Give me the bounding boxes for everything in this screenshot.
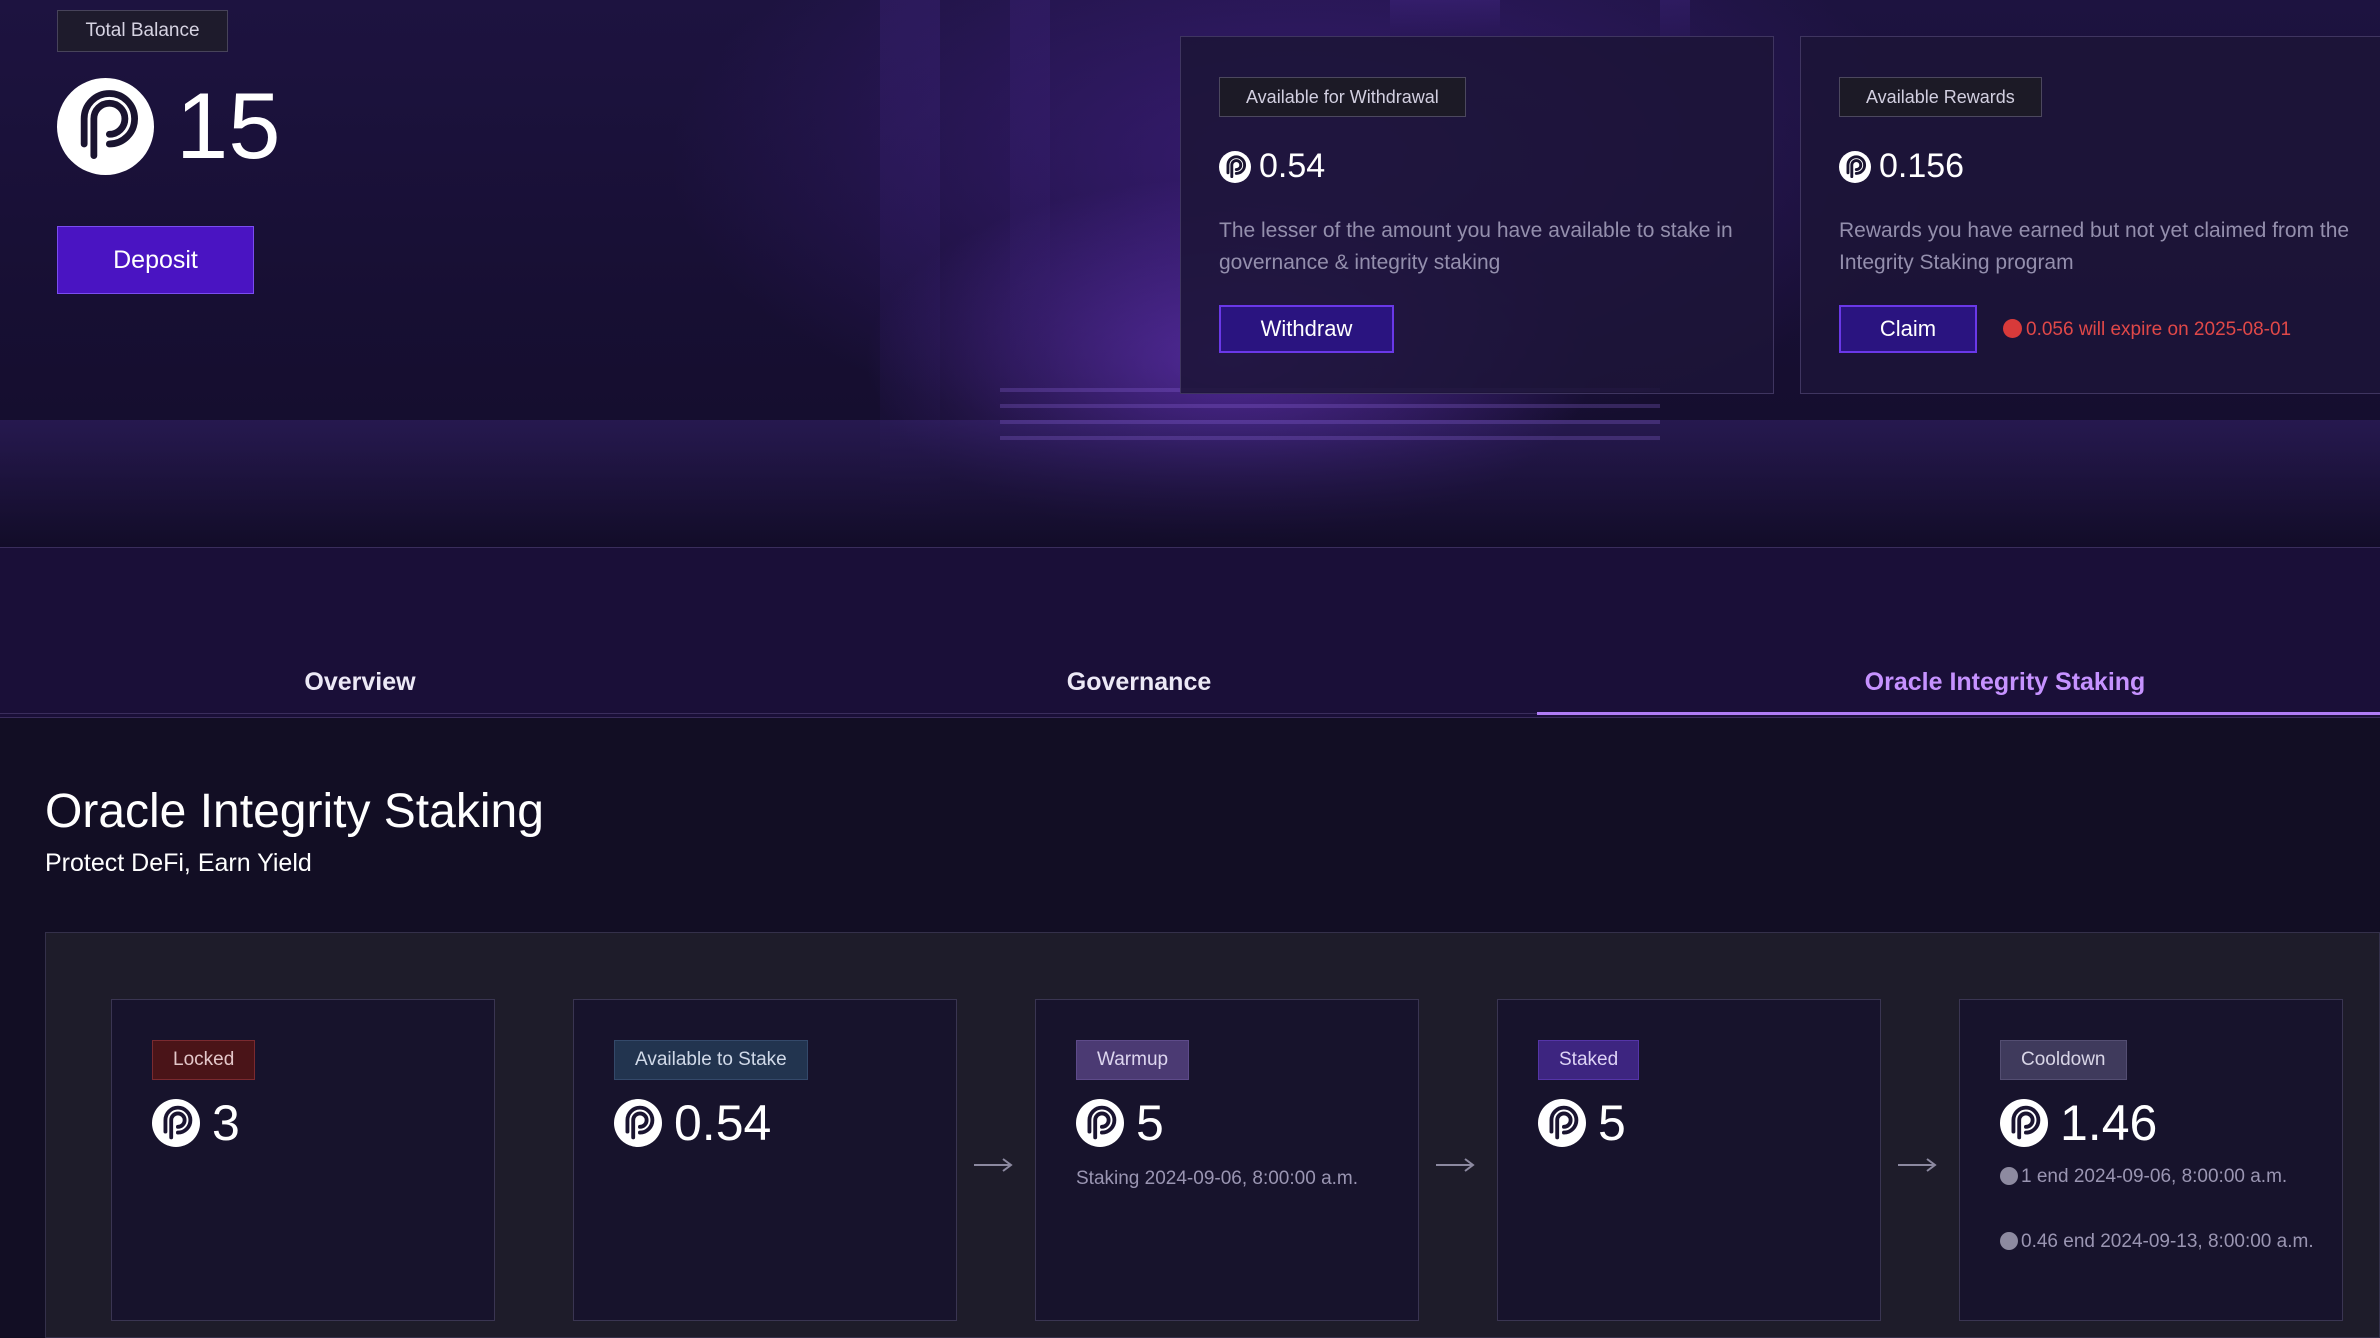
background-stair [1000,420,1660,424]
cooldown-note-text: 1 end 2024-09-06, 8:00:00 a.m. [2021,1166,2288,1187]
withdrawal-value: 0.54 [1259,147,1326,185]
rewards-card: Available Rewards 0.156 Rewards you have… [1800,36,2380,394]
pyth-logo-icon [1219,151,1251,183]
stage-warmup: Warmup 5 Staking 2024-09-06, 8:00:00 a.m… [1035,999,1419,1321]
tab-bar: Overview Governance Oracle Integrity Sta… [0,548,2380,718]
background-stair [1000,404,1660,408]
pyth-logo-icon [152,1099,200,1147]
hero-banner: Total Balance 15 Deposit Available for W… [0,0,2380,548]
pyth-logo-icon [1076,1099,1124,1147]
stage-staked: Staked 5 [1497,999,1881,1321]
active-tab-indicator [1537,712,2380,715]
background-pillar [1390,0,1500,36]
expiry-warning: 0.056 will expire on 2025-08-01 [2003,318,2291,342]
arrow-right-icon [1898,1158,1937,1172]
available-to-stake-badge: Available to Stake [614,1040,808,1080]
cooldown-note: 1 end 2024-09-06, 8:00:00 a.m. [2000,1164,2320,1190]
total-balance-value: 15 [176,73,281,178]
rewards-description: Rewards you have earned but not yet clai… [1839,219,2350,274]
locked-value: 3 [212,1095,240,1151]
tab-oracle-integrity-staking-label: Oracle Integrity Staking [1864,668,2146,696]
tab-row: Overview Governance Oracle Integrity Sta… [0,600,2380,715]
pyth-logo-icon [57,78,154,175]
claim-button[interactable]: Claim [1839,305,1977,353]
warmup-value: 5 [1136,1095,1164,1151]
warmup-note: Staking 2024-09-06, 8:00:00 a.m. [1076,1168,1359,1189]
arrow-right-icon [974,1158,1013,1172]
stage-available-to-stake: Available to Stake 0.54 [573,999,957,1321]
cooldown-note-text: 0.46 end 2024-09-13, 8:00:00 a.m. [2021,1231,2314,1252]
background-stair [1000,436,1660,440]
pyth-logo-icon [2000,1232,2018,1250]
warning-dot-icon [2003,319,2022,338]
cooldown-value: 1.46 [2060,1095,2158,1151]
withdrawal-card: Available for Withdrawal 0.54 The lesser… [1180,36,1774,394]
staked-badge: Staked [1538,1040,1640,1080]
staked-value: 5 [1598,1095,1626,1151]
arrow-right-icon [1436,1158,1475,1172]
section-title: Oracle Integrity Staking [45,785,544,838]
staking-stages-panel: Locked 3 Available to Stake 0.54 Warmup [45,932,2380,1338]
pyth-logo-icon [614,1099,662,1147]
available-to-stake-value: 0.54 [674,1095,772,1151]
withdraw-button[interactable]: Withdraw [1219,305,1394,353]
pyth-logo-icon [1538,1099,1586,1147]
rewards-value: 0.156 [1879,147,1965,185]
rewards-label: Available Rewards [1839,77,2042,117]
withdrawal-label: Available for Withdrawal [1219,77,1466,117]
stage-locked: Locked 3 [111,999,495,1321]
tab-governance-label: Governance [1066,668,1212,696]
warmup-badge: Warmup [1076,1040,1190,1080]
withdrawal-description: The lesser of the amount you have availa… [1219,219,1733,274]
total-balance-label: Total Balance [57,10,228,52]
locked-badge: Locked [152,1040,256,1080]
stage-cooldown: Cooldown 1.46 1 end 2024-09-06, 8:00:00 … [1959,999,2343,1321]
pyth-logo-icon [2000,1099,2048,1147]
pyth-logo-icon [2000,1167,2018,1185]
section-subtitle: Protect DeFi, Earn Yield [45,849,312,877]
cooldown-badge: Cooldown [2000,1040,2127,1080]
cooldown-note: 0.46 end 2024-09-13, 8:00:00 a.m. [2000,1229,2320,1255]
deposit-button[interactable]: Deposit [57,226,254,294]
pyth-logo-icon [1839,151,1871,183]
expiry-warning-text: 0.056 will expire on 2025-08-01 [2026,319,2292,340]
tab-overview-label: Overview [304,668,416,696]
